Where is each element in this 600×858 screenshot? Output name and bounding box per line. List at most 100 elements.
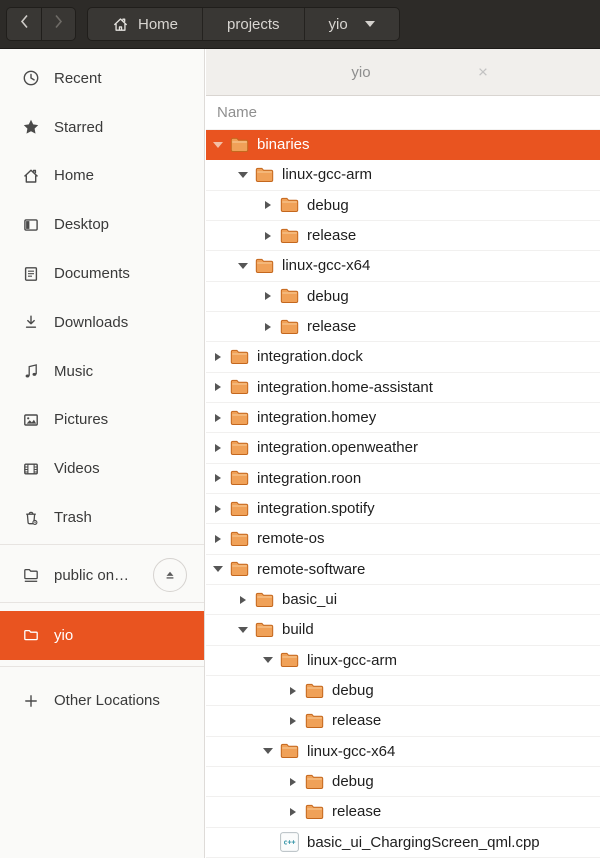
- expander-icon[interactable]: [260, 292, 276, 301]
- sidebar-item-music[interactable]: Music: [0, 347, 204, 396]
- expander-icon[interactable]: [285, 807, 301, 816]
- expander-icon[interactable]: [260, 657, 276, 664]
- folder-icon: [305, 713, 324, 729]
- expander-icon[interactable]: [210, 443, 226, 452]
- folder-row[interactable]: debug: [206, 191, 600, 221]
- folder-row[interactable]: remote-software: [206, 555, 600, 585]
- folder-row[interactable]: linux-gcc-x64: [206, 737, 600, 767]
- folder-icon: [230, 561, 249, 577]
- triangle-right-icon: [265, 231, 271, 240]
- sidebar-item-documents[interactable]: Documents: [0, 249, 204, 298]
- expander-icon[interactable]: [210, 474, 226, 483]
- sidebar-item-label: Downloads: [54, 313, 129, 331]
- folder-row[interactable]: build: [206, 615, 600, 646]
- folder-icon: [230, 501, 249, 517]
- folder-row[interactable]: integration.openweather: [206, 433, 600, 464]
- file-row[interactable]: c++ basic_ui_ChargingScreen_qml.cpp: [206, 828, 600, 858]
- expander-icon[interactable]: [235, 171, 251, 178]
- folder-row[interactable]: integration.home-assistant: [206, 373, 600, 403]
- sidebar-item-starred[interactable]: Starred: [0, 103, 204, 152]
- expander-icon[interactable]: [210, 352, 226, 361]
- sidebar-bookmark-yio[interactable]: yio: [0, 610, 204, 660]
- sidebar-item-videos[interactable]: Videos: [0, 444, 204, 493]
- folder-row[interactable]: binaries: [206, 130, 600, 161]
- folder-row[interactable]: linux-gcc-x64: [206, 251, 600, 282]
- folder-icon: [230, 470, 249, 486]
- folder-row[interactable]: release: [206, 312, 600, 343]
- folder-row[interactable]: integration.dock: [206, 342, 600, 373]
- folder-row[interactable]: release: [206, 221, 600, 252]
- folder-row[interactable]: integration.homey: [206, 403, 600, 434]
- triangle-right-icon: [215, 474, 221, 483]
- folder-row[interactable]: integration.spotify: [206, 494, 600, 525]
- sidebar-item-downloads[interactable]: Downloads: [0, 298, 204, 347]
- file-name-label: basic_ui_ChargingScreen_qml.cpp: [307, 833, 540, 851]
- column-header-name[interactable]: Name: [206, 96, 600, 130]
- breadcrumb-projects[interactable]: projects: [202, 8, 304, 40]
- expander-icon[interactable]: [260, 322, 276, 331]
- expander-icon[interactable]: [285, 686, 301, 695]
- sidebar-mount-public[interactable]: public on…: [0, 551, 204, 600]
- sidebar-item-other-locations[interactable]: Other Locations: [0, 677, 204, 726]
- folder-row[interactable]: basic_ui: [206, 585, 600, 616]
- breadcrumb-current[interactable]: yio: [303, 8, 399, 40]
- triangle-right-icon: [215, 504, 221, 513]
- sidebar-item-home[interactable]: Home: [0, 152, 204, 201]
- expander-icon[interactable]: [210, 504, 226, 513]
- breadcrumb-home[interactable]: Home: [88, 8, 202, 40]
- expander-icon[interactable]: [285, 777, 301, 786]
- expander-icon[interactable]: [210, 566, 226, 573]
- sidebar-item-pictures[interactable]: Pictures: [0, 396, 204, 445]
- mounts-list: public on…: [0, 551, 204, 600]
- folder-icon: [305, 774, 324, 790]
- folder-icon: [230, 379, 249, 395]
- places-sidebar: Recent Starred Home Desktop Documents Downloa…: [0, 49, 205, 858]
- sidebar-separator: [0, 601, 204, 603]
- file-name-label: binaries: [257, 136, 310, 154]
- folder-row[interactable]: remote-os: [206, 524, 600, 555]
- eject-button[interactable]: [153, 558, 187, 593]
- file-tree: binaries linux-gcc-arm debug release linux-g…: [206, 130, 600, 858]
- triangle-right-icon: [265, 201, 271, 210]
- triangle-right-icon: [215, 413, 221, 422]
- places-list: Recent Starred Home Desktop Documents Downloa…: [0, 54, 204, 542]
- folder-row[interactable]: release: [206, 706, 600, 737]
- triangle-right-icon: [265, 292, 271, 301]
- file-name-label: linux-gcc-arm: [282, 166, 373, 184]
- sidebar-item-desktop[interactable]: Desktop: [0, 200, 204, 249]
- music-icon: [22, 362, 40, 380]
- folder-icon: [255, 167, 274, 183]
- expander-icon[interactable]: [235, 595, 251, 604]
- triangle-right-icon: [215, 352, 221, 361]
- folder-row[interactable]: debug: [206, 676, 600, 707]
- folder-row[interactable]: debug: [206, 282, 600, 312]
- expander-icon[interactable]: [235, 262, 251, 269]
- file-name-label: linux-gcc-x64: [282, 257, 371, 275]
- folder-row[interactable]: integration.roon: [206, 464, 600, 494]
- tab-bar: yio ×: [206, 49, 600, 96]
- back-button[interactable]: [7, 8, 41, 40]
- expander-icon[interactable]: [260, 201, 276, 210]
- expander-icon[interactable]: [235, 626, 251, 633]
- expander-icon[interactable]: [260, 748, 276, 755]
- sidebar-item-label: Videos: [54, 460, 100, 478]
- file-name-label: integration.roon: [257, 469, 362, 487]
- folder-row[interactable]: linux-gcc-arm: [206, 646, 600, 676]
- folder-icon: [280, 288, 299, 304]
- image-icon: [22, 411, 40, 429]
- forward-button[interactable]: [41, 8, 75, 40]
- expander-icon[interactable]: [210, 141, 226, 148]
- expander-icon[interactable]: [285, 716, 301, 725]
- expander-icon[interactable]: [210, 534, 226, 543]
- sidebar-item-recent[interactable]: Recent: [0, 54, 204, 103]
- tab-close-icon[interactable]: ×: [470, 64, 496, 81]
- triangle-right-icon: [290, 807, 296, 816]
- folder-row[interactable]: debug: [206, 767, 600, 798]
- expander-icon[interactable]: [210, 413, 226, 422]
- expander-icon[interactable]: [210, 383, 226, 392]
- folder-row[interactable]: release: [206, 797, 600, 828]
- expander-icon[interactable]: [260, 231, 276, 240]
- folder-row[interactable]: linux-gcc-arm: [206, 160, 600, 191]
- folder-icon: [280, 743, 299, 759]
- sidebar-item-trash[interactable]: Trash: [0, 493, 204, 542]
